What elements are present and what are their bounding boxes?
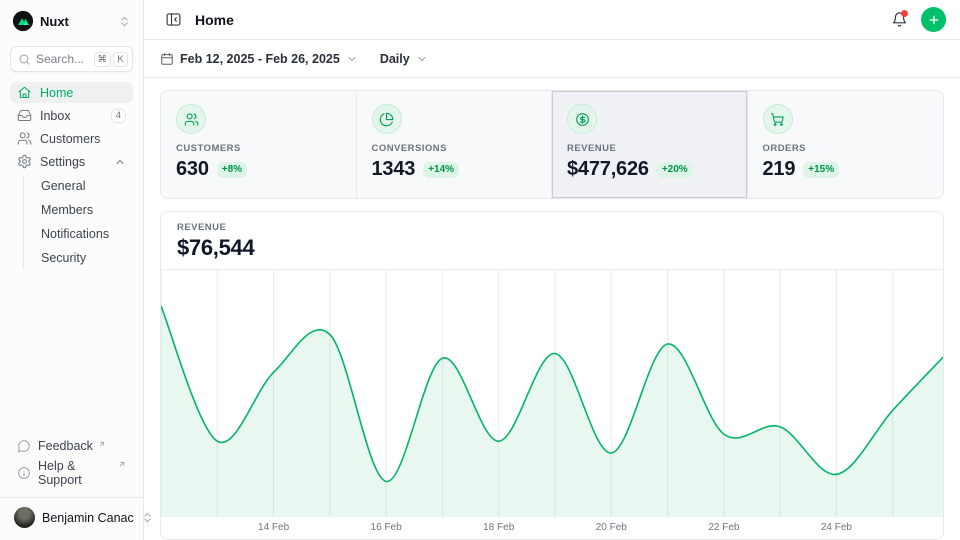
search-placeholder: Search... [36,52,89,66]
sidebar-item-general[interactable]: General [37,175,133,197]
sidebar-item-settings[interactable]: Settings [10,151,133,172]
pie-chart-icon [372,104,402,134]
chevron-up-icon [114,156,126,168]
stat-value: 219 [763,158,796,181]
dashboard-content: CUSTOMERS 630 +8% CONVERSIONS 1343 +14% REVENU… [144,78,960,540]
stat-label: CUSTOMERS [176,143,341,154]
chart-x-axis: 14 Feb 16 Feb 18 Feb 20 Feb 22 Feb 24 Feb [161,517,943,539]
chart-value: $76,544 [177,235,927,261]
user-name: Benjamin Canac [42,511,134,525]
x-axis-tick-label: 14 Feb [258,522,289,533]
chevron-down-icon [346,53,358,65]
arrow-up-right-icon [118,460,126,468]
user-avatar [14,507,35,528]
date-range-value: Feb 12, 2025 - Feb 26, 2025 [180,52,340,66]
info-circle-icon [17,466,31,480]
add-button[interactable] [921,7,946,32]
stat-delta-badge: +20% [657,162,693,178]
stat-value: 1343 [372,158,416,181]
stat-label: ORDERS [763,143,929,154]
sidebar-item-security[interactable]: Security [37,247,133,269]
inbox-icon [17,108,32,123]
sidebar-item-label: Customers [40,132,126,146]
nuxt-logo-icon [12,10,34,32]
sidebar-item-notifications[interactable]: Notifications [37,223,133,245]
stat-delta-badge: +15% [803,162,839,178]
kbd-cmd: ⌘ [94,52,112,67]
sidebar-item-label: Home [40,86,126,100]
stat-card-customers[interactable]: CUSTOMERS 630 +8% [161,91,357,198]
stat-card-conversions[interactable]: CONVERSIONS 1343 +14% [357,91,553,198]
selector-icon [118,15,131,28]
users-icon [176,104,206,134]
main-area: Home Feb 12, 2025 - Feb 26, 2025 Daily C… [144,0,960,540]
x-axis-tick-label: 20 Feb [596,522,627,533]
search-icon [18,53,31,66]
stats-row: CUSTOMERS 630 +8% CONVERSIONS 1343 +14% REVENU… [160,90,944,199]
date-range-picker[interactable]: Feb 12, 2025 - Feb 26, 2025 [160,52,358,66]
home-icon [17,85,32,100]
search-input[interactable]: Search... ⌘K [10,46,133,72]
notifications-button[interactable] [886,7,912,33]
search-shortcut: ⌘K [94,52,129,67]
sidebar-item-home[interactable]: Home [10,82,133,103]
sidebar-subnav-settings: GeneralMembersNotificationsSecurity [23,175,133,269]
feedback-link[interactable]: Feedback [10,436,133,456]
granularity-value: Daily [380,52,410,66]
footer-link-label: Feedback [38,439,93,453]
page-header: Home [144,0,960,40]
notification-dot [901,10,908,17]
stat-label: CONVERSIONS [372,143,537,154]
workspace-name: Nuxt [40,14,112,29]
help-support-link[interactable]: Help & Support [10,456,133,490]
workspace-switcher[interactable]: Nuxt [10,8,133,34]
dollar-circle-icon [567,104,597,134]
stat-value: $477,626 [567,158,649,181]
gear-icon [17,154,32,169]
app-window: Nuxt Search... ⌘K Home Inbox 4 Customers Set… [0,0,960,540]
sidebar: Nuxt Search... ⌘K Home Inbox 4 Customers Set… [0,0,144,540]
user-menu[interactable]: Benjamin Canac [10,505,133,530]
stat-card-revenue[interactable]: REVENUE $477,626 +20% [552,91,748,198]
sidebar-item-members[interactable]: Members [37,199,133,221]
footer-link-label: Help & Support [38,459,113,487]
sidebar-footer-links: Feedback Help & Support [10,436,133,490]
x-axis-tick-label: 18 Feb [483,522,514,533]
stat-card-orders[interactable]: ORDERS 219 +15% [748,91,944,198]
arrow-up-right-icon [98,440,106,448]
chevron-down-icon [416,53,428,65]
stat-delta-badge: +14% [423,162,459,178]
revenue-chart-card: REVENUE $76,544 14 Feb 16 Feb 18 Feb 20 Feb… [160,211,944,540]
filter-toolbar: Feb 12, 2025 - Feb 26, 2025 Daily [144,40,960,78]
x-axis-tick-label: 16 Feb [371,522,402,533]
sidebar-item-inbox[interactable]: Inbox 4 [10,105,133,126]
chart-label: REVENUE [177,222,927,233]
granularity-select[interactable]: Daily [380,52,428,66]
users-icon [17,131,32,146]
chat-bubble-icon [17,439,31,453]
calendar-icon [160,52,174,66]
cart-icon [763,104,793,134]
revenue-area-chart[interactable] [161,270,943,517]
kbd-k: K [113,52,128,67]
sidebar-divider [0,497,143,498]
sidebar-item-customers[interactable]: Customers [10,128,133,149]
sidebar-item-label: Inbox [40,109,103,123]
page-title: Home [195,12,877,28]
sidebar-nav: Home Inbox 4 Customers Settings GeneralMember… [10,82,133,270]
sidebar-item-label: Settings [40,155,106,169]
stat-label: REVENUE [567,143,732,154]
stat-value: 630 [176,158,209,181]
chart-header: REVENUE $76,544 [161,212,943,270]
x-axis-tick-label: 22 Feb [708,522,739,533]
stat-delta-badge: +8% [217,162,247,178]
collapse-sidebar-button[interactable] [160,7,186,33]
inbox-count-badge: 4 [111,109,126,123]
x-axis-tick-label: 24 Feb [821,522,852,533]
